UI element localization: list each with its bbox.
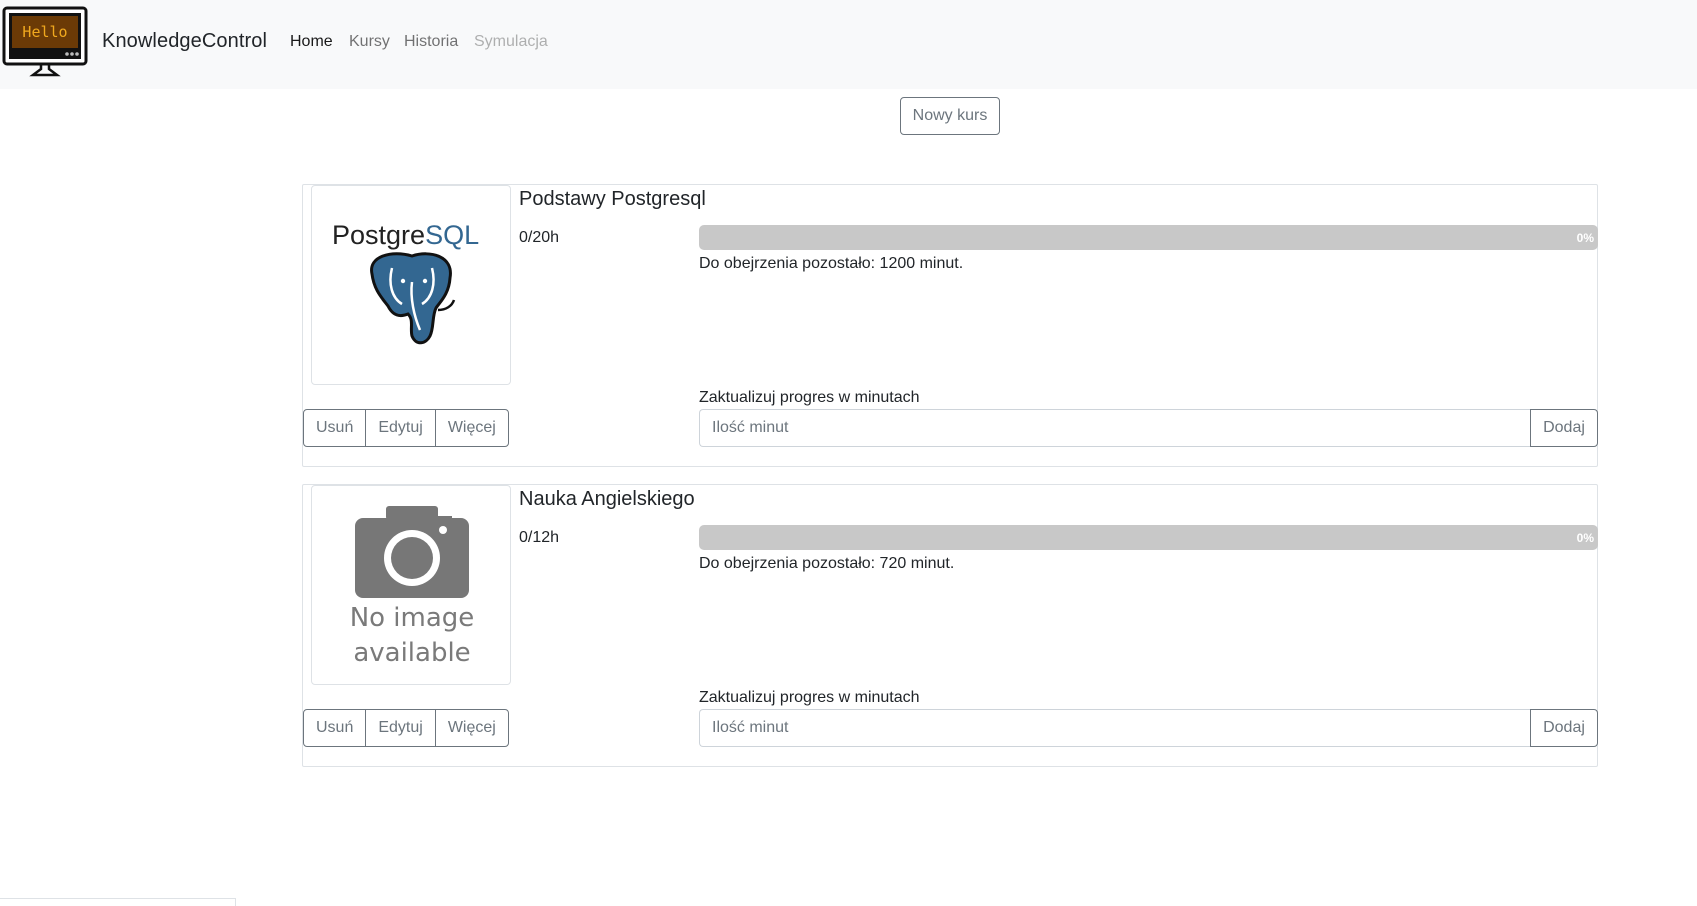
course-actions: Usuń Edytuj Więcej — [303, 709, 509, 747]
more-button[interactable]: Więcej — [434, 709, 509, 747]
progress-bar: 0% — [699, 525, 1598, 550]
progress-label: 0% — [1576, 231, 1594, 245]
add-minutes-button[interactable]: Dodaj — [1530, 409, 1598, 447]
course-hours: 0/20h — [519, 229, 560, 246]
bottom-edge-panel — [0, 898, 236, 906]
course-actions: Usuń Edytuj Więcej — [303, 409, 509, 447]
edit-button[interactable]: Edytuj — [365, 709, 436, 747]
postgresql-logo-icon: PostgreSQL — [332, 220, 479, 345]
course-card: PostgreSQL Usuń Edytuj Więcej Podstawy P… — [302, 184, 1598, 467]
course-title: Nauka Angielskiego — [519, 488, 695, 510]
progress-input-group: Dodaj — [699, 709, 1598, 747]
no-image-line1: No image — [350, 603, 475, 633]
navbar: Hello KnowledgeControl Home Kursy Histor… — [0, 0, 1697, 89]
delete-button[interactable]: Usuń — [303, 409, 367, 447]
new-course-button[interactable]: Nowy kurs — [900, 97, 1000, 135]
nav-home[interactable]: Home — [290, 33, 333, 51]
update-progress-label: Zaktualizuj progres w minutach — [699, 689, 920, 706]
add-minutes-button[interactable]: Dodaj — [1530, 709, 1598, 747]
brand-name[interactable]: KnowledgeControl — [102, 30, 267, 53]
nav-historia[interactable]: Historia — [404, 33, 458, 51]
course-hours: 0/12h — [519, 529, 560, 546]
no-image-line2: available — [353, 638, 470, 668]
remaining-minutes: Do obejrzenia pozostało: 1200 minut. — [699, 255, 964, 272]
no-image-icon: No image available — [350, 506, 475, 668]
progress-input-group: Dodaj — [699, 409, 1598, 447]
nav-kursy[interactable]: Kursy — [349, 33, 390, 51]
minutes-input[interactable] — [699, 409, 1530, 447]
nav-symulacja: Symulacja — [474, 33, 548, 50]
course-thumbnail: PostgreSQL — [311, 185, 511, 385]
edit-button[interactable]: Edytuj — [365, 409, 436, 447]
course-thumbnail: No image available — [311, 485, 511, 685]
monitor-logo-icon[interactable]: Hello — [2, 6, 88, 78]
remaining-minutes: Do obejrzenia pozostało: 720 minut. — [699, 555, 955, 572]
logo-text: Hello — [22, 23, 67, 41]
more-button[interactable]: Więcej — [434, 409, 509, 447]
progress-bar: 0% — [699, 225, 1598, 250]
update-progress-label: Zaktualizuj progres w minutach — [699, 389, 920, 406]
delete-button[interactable]: Usuń — [303, 709, 367, 747]
minutes-input[interactable] — [699, 709, 1530, 747]
progress-label: 0% — [1576, 531, 1594, 545]
course-card: No image available Usuń Edytuj Więcej Na… — [302, 484, 1598, 767]
postgres-logo-text: PostgreSQL — [332, 220, 479, 250]
course-title: Podstawy Postgresql — [519, 188, 706, 210]
